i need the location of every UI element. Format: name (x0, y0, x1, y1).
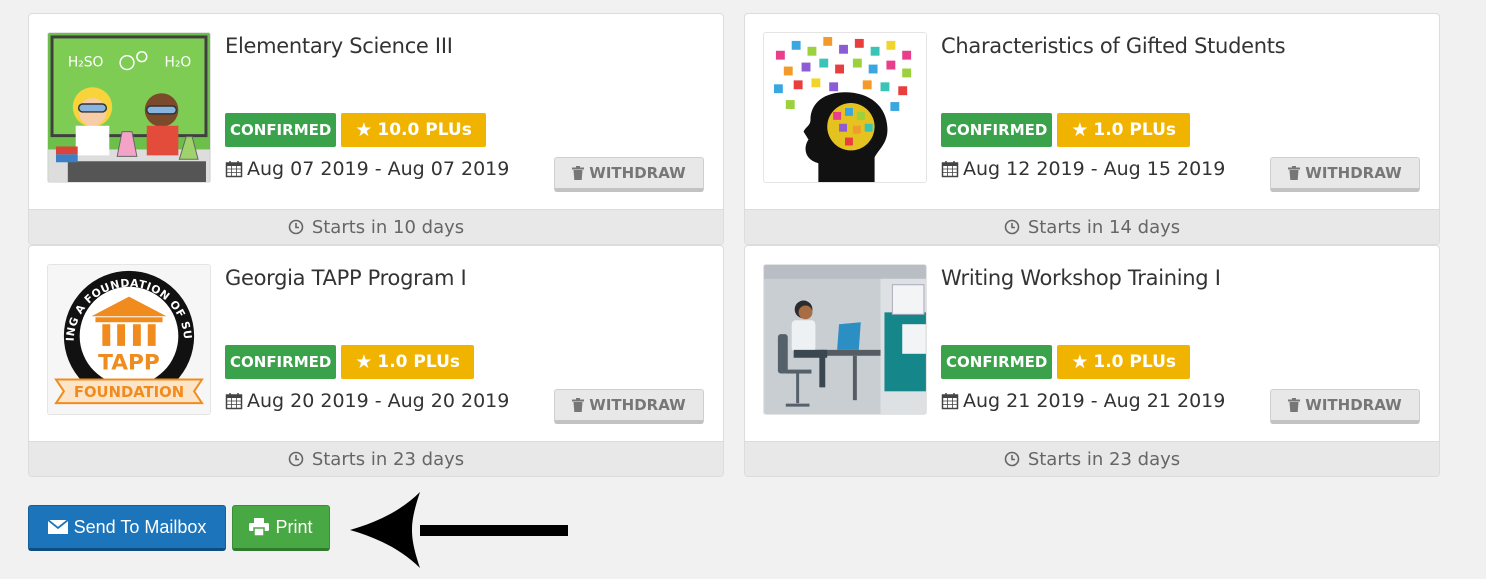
star-icon: ★ (1071, 119, 1089, 141)
tapp-foundation-logo: BUILDING A FOUNDATION OF SUCCESS TAPP FO… (47, 264, 211, 415)
withdraw-button[interactable]: WITHDRAW (1270, 157, 1420, 192)
withdraw-label: WITHDRAW (589, 396, 686, 414)
withdraw-button[interactable]: WITHDRAW (554, 389, 704, 424)
badges: CONFIRMED ★ 1.0 PLUs (225, 345, 475, 379)
send-to-mailbox-label: Send To Mailbox (73, 516, 207, 537)
course-dates: Aug 20 2019 - Aug 20 2019 (225, 390, 509, 412)
date-range: Aug 20 2019 - Aug 20 2019 (247, 390, 510, 412)
plu-value: 1.0 PLUs (377, 352, 461, 372)
office-worker-image (763, 264, 927, 415)
starts-text: Starts in 14 days (1027, 216, 1181, 238)
clock-icon (288, 219, 304, 235)
starts-text: Starts in 23 days (1027, 448, 1181, 470)
plu-value: 10.0 PLUs (377, 120, 472, 140)
course-card: Characteristics of Gifted Students CONFI… (744, 13, 1440, 245)
status-badge: CONFIRMED (941, 113, 1053, 147)
course-card: H₂SO H₂O Elementary Science III CONFIRME… (28, 13, 724, 245)
svg-text:H₂SO: H₂SO (68, 55, 104, 71)
starts-footer: Starts in 23 days (29, 441, 723, 476)
status-badge: CONFIRMED (225, 345, 337, 379)
starts-footer: Starts in 10 days (29, 209, 723, 244)
course-dates: Aug 12 2019 - Aug 15 2019 (941, 158, 1225, 180)
plu-value: 1.0 PLUs (1093, 352, 1177, 372)
science-classroom-image: H₂SO H₂O (47, 32, 211, 183)
star-icon: ★ (355, 351, 373, 373)
plu-badge: ★ 1.0 PLUs (1057, 345, 1191, 379)
withdraw-label: WITHDRAW (1305, 396, 1402, 414)
starts-text: Starts in 23 days (311, 448, 465, 470)
date-range: Aug 21 2019 - Aug 21 2019 (963, 390, 1226, 412)
svg-text:TAPP: TAPP (98, 351, 160, 376)
trash-icon (572, 398, 585, 412)
svg-text:FOUNDATION: FOUNDATION (74, 384, 184, 401)
puzzle-head-image (763, 32, 927, 183)
course-card: Writing Workshop Training I CONFIRMED ★ 1… (744, 245, 1440, 477)
clock-icon (1004, 219, 1020, 235)
calendar-icon (941, 161, 959, 178)
status-badge: CONFIRMED (941, 345, 1053, 379)
annotation-arrow-icon (350, 492, 568, 568)
withdraw-label: WITHDRAW (589, 164, 686, 182)
printer-icon (249, 518, 270, 536)
clock-icon (288, 451, 304, 467)
trash-icon (1288, 166, 1301, 180)
calendar-icon (941, 393, 959, 410)
calendar-icon (225, 393, 243, 410)
trash-icon (572, 166, 585, 180)
badges: CONFIRMED ★ 1.0 PLUs (941, 345, 1191, 379)
print-label: Print (275, 516, 313, 537)
starts-text: Starts in 10 days (311, 216, 465, 238)
star-icon: ★ (355, 119, 373, 141)
print-button[interactable]: Print (232, 505, 330, 551)
withdraw-button[interactable]: WITHDRAW (554, 157, 704, 192)
course-title[interactable]: Georgia TAPP Program I (225, 266, 467, 290)
badges: CONFIRMED ★ 1.0 PLUs (941, 113, 1191, 147)
plu-value: 1.0 PLUs (1093, 120, 1177, 140)
starts-footer: Starts in 14 days (745, 209, 1439, 244)
plu-badge: ★ 1.0 PLUs (1057, 113, 1191, 147)
calendar-icon (225, 161, 243, 178)
plu-badge: ★ 1.0 PLUs (341, 345, 475, 379)
course-card: BUILDING A FOUNDATION OF SUCCESS TAPP FO… (28, 245, 724, 477)
svg-text:H₂O: H₂O (165, 55, 192, 71)
course-title[interactable]: Elementary Science III (225, 34, 453, 58)
envelope-icon (47, 519, 68, 534)
course-title[interactable]: Characteristics of Gifted Students (941, 34, 1286, 58)
plu-badge: ★ 10.0 PLUs (341, 113, 486, 147)
send-to-mailbox-button[interactable]: Send To Mailbox (28, 505, 226, 551)
withdraw-button[interactable]: WITHDRAW (1270, 389, 1420, 424)
star-icon: ★ (1071, 351, 1089, 373)
date-range: Aug 07 2019 - Aug 07 2019 (247, 158, 510, 180)
date-range: Aug 12 2019 - Aug 15 2019 (963, 158, 1226, 180)
course-dates: Aug 07 2019 - Aug 07 2019 (225, 158, 509, 180)
clock-icon (1004, 451, 1020, 467)
starts-footer: Starts in 23 days (745, 441, 1439, 476)
withdraw-label: WITHDRAW (1305, 164, 1402, 182)
course-dates: Aug 21 2019 - Aug 21 2019 (941, 390, 1225, 412)
status-badge: CONFIRMED (225, 113, 337, 147)
trash-icon (1288, 398, 1301, 412)
course-title[interactable]: Writing Workshop Training I (941, 266, 1221, 290)
badges: CONFIRMED ★ 10.0 PLUs (225, 113, 486, 147)
